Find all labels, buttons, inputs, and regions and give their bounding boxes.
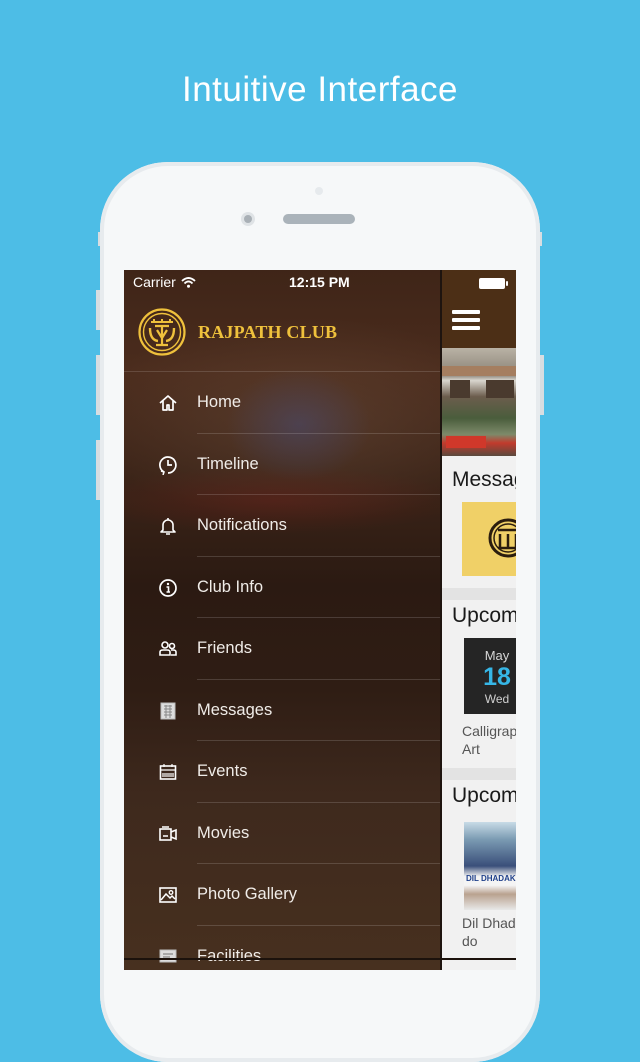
video-camera-icon bbox=[159, 825, 177, 841]
menu-item-label: Home bbox=[197, 393, 242, 411]
earpiece-speaker bbox=[283, 214, 355, 224]
menu-item-messages[interactable]: Messages bbox=[124, 680, 440, 741]
menu-item-timeline[interactable]: Timeline bbox=[124, 434, 440, 495]
battery-icon bbox=[479, 278, 508, 289]
menu-item-notifications[interactable]: Notifications bbox=[124, 495, 440, 557]
movie-poster[interactable]: DIL DHADAKNE DO bbox=[464, 822, 516, 910]
facilities-icon bbox=[159, 949, 177, 962]
photo-icon bbox=[159, 887, 177, 903]
menu-item-label: Timeline bbox=[197, 454, 259, 473]
event-title-line2[interactable]: Art bbox=[462, 740, 480, 758]
rajpath-club-logo bbox=[138, 308, 186, 356]
menu-item-friends[interactable]: Friends bbox=[124, 618, 440, 680]
headline: Intuitive Interface bbox=[181, 70, 459, 109]
menu-item-label: Club Info bbox=[197, 577, 264, 596]
app-main-content: Messages Upcoming Events May 18 Wed Call… bbox=[440, 270, 516, 970]
info-circle-icon bbox=[159, 578, 177, 597]
drawer-menu: Home Timeline Notifications Club Info Fr… bbox=[124, 372, 440, 970]
messages-icon bbox=[160, 702, 176, 719]
menu-item-label: Photo Gallery bbox=[197, 885, 297, 903]
status-time: 12:15 PM bbox=[289, 274, 350, 290]
menu-item-club-info[interactable]: Club Info bbox=[124, 557, 440, 618]
calendar-icon bbox=[159, 764, 177, 780]
brand-header[interactable]: RAJPATH CLUB bbox=[138, 308, 337, 356]
message-thumbnail[interactable] bbox=[462, 502, 516, 576]
side-drawer: Carrier 12:15 PM RAJPATH CLUB Home Timel… bbox=[124, 270, 440, 970]
front-camera bbox=[241, 212, 255, 226]
menu-item-home[interactable]: Home bbox=[124, 372, 440, 434]
movies-section-title: Upcoming Movies bbox=[452, 784, 516, 807]
menu-item-facilities[interactable]: Facilities bbox=[124, 926, 440, 971]
app-top-bar bbox=[442, 270, 516, 348]
status-carrier-group: Carrier bbox=[133, 274, 196, 290]
carrier-label: Carrier bbox=[133, 274, 176, 290]
club-building-photo bbox=[442, 348, 516, 456]
proximity-sensor bbox=[315, 187, 323, 195]
event-title-line1[interactable]: Calligraphy bbox=[462, 722, 516, 740]
section-separator bbox=[442, 588, 516, 600]
event-date-card[interactable]: May 18 Wed bbox=[464, 638, 516, 714]
section-separator bbox=[442, 768, 516, 780]
friends-icon bbox=[159, 641, 177, 656]
menu-item-label: Movies bbox=[197, 823, 250, 842]
movie-title-line2[interactable]: do bbox=[462, 932, 478, 950]
menu-item-label: Notifications bbox=[197, 516, 287, 534]
movie-title-line1[interactable]: Dil Dhadakne bbox=[462, 914, 516, 932]
bell-icon bbox=[160, 518, 176, 535]
messages-section-title: Messages bbox=[452, 468, 516, 491]
menu-item-movies[interactable]: Movies bbox=[124, 803, 440, 864]
menu-item-label: Facilities bbox=[197, 946, 262, 965]
menu-item-label: Events bbox=[197, 762, 248, 780]
menu-item-label: Messages bbox=[197, 700, 273, 719]
rajpath-logo-icon bbox=[488, 518, 516, 558]
menu-item-events[interactable]: Events bbox=[124, 741, 440, 803]
brand-name: RAJPATH CLUB bbox=[198, 321, 338, 342]
hamburger-menu-icon[interactable] bbox=[452, 310, 482, 332]
clock-history-icon bbox=[159, 455, 177, 475]
movie-poster-title: DIL DHADAKNE DO bbox=[466, 874, 516, 883]
menu-item-label: Friends bbox=[197, 639, 253, 657]
wifi-icon bbox=[181, 276, 196, 288]
event-month: May bbox=[484, 648, 510, 663]
event-day: 18 bbox=[483, 663, 511, 691]
events-section-title: Upcoming Events bbox=[452, 604, 516, 627]
menu-item-photo-gallery[interactable]: Photo Gallery bbox=[124, 864, 440, 926]
phone-screen: Messages Upcoming Events May 18 Wed Call… bbox=[124, 270, 516, 970]
home-icon bbox=[159, 395, 177, 411]
event-weekday: Wed bbox=[484, 692, 510, 706]
